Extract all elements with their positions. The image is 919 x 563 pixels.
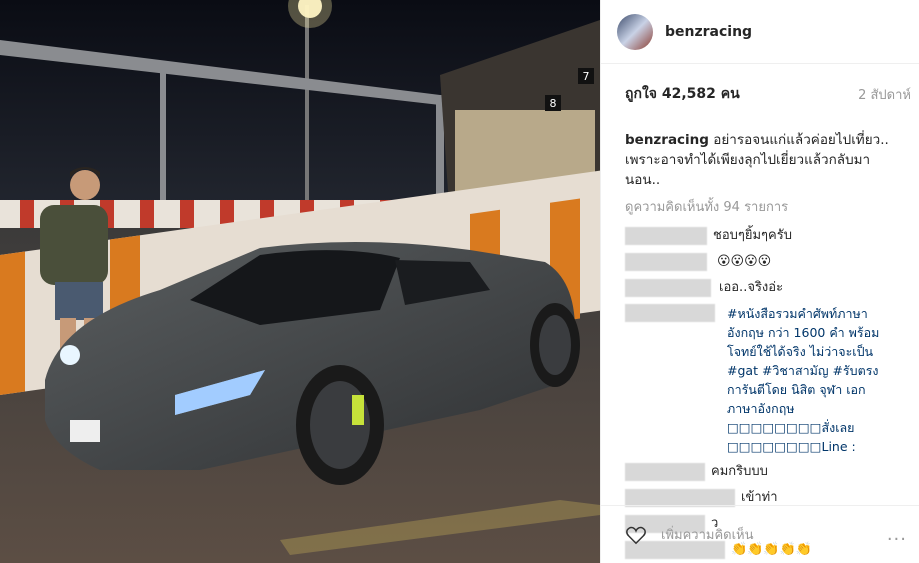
comment-item: 😮😮😮😮 [601,249,919,275]
post-time[interactable]: 2 สัปดาห์ [858,84,911,105]
caption-username[interactable]: benzracing [625,132,709,148]
comment-item: ชอบๆยิ้มๆครับ [601,223,919,249]
blurred-username [625,279,711,297]
booth-number-8: 8 [550,97,557,110]
instagram-post-modal: 8 7 benzracing ถูกใจ 42,582 คน 2 สัปดาห์… [0,0,919,563]
comment-text: คมกริบบบ [711,464,768,479]
username[interactable]: benzracing [665,24,752,40]
post-sidebar: benzracing ถูกใจ 42,582 คน 2 สัปดาห์ ben… [600,0,919,563]
more-options-icon[interactable]: ... [887,524,907,545]
add-comment-input[interactable]: เพิ่มความคิดเห็น [661,524,887,545]
blurred-username [625,463,705,481]
blurred-username [625,227,707,245]
likes-row: ถูกใจ 42,582 คน 2 สัปดาห์ [601,64,919,124]
like-count[interactable]: ถูกใจ 42,582 คน [625,83,740,105]
view-all-comments[interactable]: ดูความคิดเห็นทั้ง 94 รายการ [601,190,919,223]
comment-text: #หนังสือรวมคำศัพท์ภาษาอังกฤษ กว่า 1600 ค… [727,306,880,454]
comment-item: คมกริบบบ [601,459,919,485]
comment-text: เออ..จริงอ่ะ [719,280,784,295]
booth-number-7: 7 [583,70,590,83]
comment-item: #หนังสือรวมคำศัพท์ภาษาอังกฤษ กว่า 1600 ค… [601,301,919,459]
comment-text: 😮😮😮😮 [717,254,772,269]
comment-item: เออ..จริงอ่ะ [601,275,919,301]
blurred-username [625,304,715,322]
caption: benzracing อย่ารอจนแก่แล้วค่อยไปเที่ยว..… [601,124,919,190]
photo-car-scene: 8 7 [0,0,600,563]
heart-icon[interactable] [625,524,647,546]
post-photo[interactable]: 8 7 [0,0,600,563]
post-header: benzracing [601,0,919,64]
comment-footer: เพิ่มความคิดเห็น ... [601,505,919,563]
avatar[interactable] [617,13,653,50]
blurred-username [625,253,707,271]
comment-text: ชอบๆยิ้มๆครับ [713,228,792,243]
